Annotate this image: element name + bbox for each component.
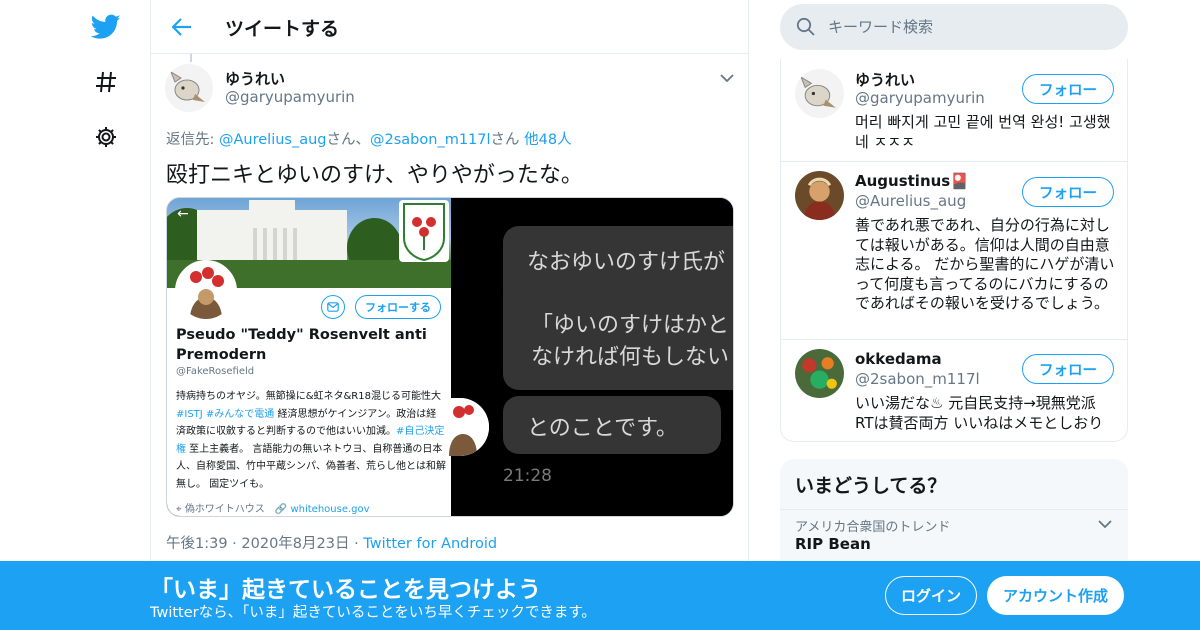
gear-icon[interactable] xyxy=(87,118,125,156)
user-bio: いい湯だな♨ 元自民支持→現無党派 RTは賛否両方 いいねはメモとしおり xyxy=(855,394,1104,432)
list-item[interactable]: Augustinus🎴 @Aurelius_aug フォロー 善であれ悪であれ、… xyxy=(781,162,1127,340)
chat-avatar xyxy=(449,398,489,456)
arrow-left-icon[interactable] xyxy=(169,14,195,40)
avatar[interactable] xyxy=(795,349,844,398)
chevron-down-icon[interactable] xyxy=(1096,515,1114,533)
user-name[interactable]: okkedama xyxy=(855,350,942,368)
profile-handle: @FakeRosefield xyxy=(176,366,255,377)
profile-location: ⌖ 偽ホワイトハウス 🔗 whitehouse.gov xyxy=(176,504,370,515)
follow-button[interactable]: フォロー xyxy=(1022,354,1114,384)
signup-button[interactable]: アカウント作成 xyxy=(987,576,1124,615)
user-handle[interactable]: @2sabon_m117l xyxy=(855,370,980,388)
thread-line xyxy=(190,54,192,62)
twitter-bird-icon[interactable] xyxy=(87,8,125,46)
chat-bubble: 「ゆいのすけはかと なければ何もしない xyxy=(503,292,733,390)
author-name[interactable]: ゆうれい xyxy=(225,68,285,89)
reply-user-link[interactable]: @Aurelius_aug xyxy=(219,132,327,148)
user-name[interactable]: ゆうれい xyxy=(855,69,915,90)
media-image-profile[interactable]: ← フォローする Pseudo "Teddy" Rosenvelt anti P… xyxy=(167,198,451,516)
tweet-meta: 午後1:39 · 2020年8月23日 · Twitter for Androi… xyxy=(166,536,498,552)
user-name[interactable]: Augustinus🎴 xyxy=(855,172,969,190)
media-image-chat[interactable]: なおゆいのすけ氏が 「ゆいのすけはかと なければ何もしない とのことです。 21:… xyxy=(449,198,733,516)
hashtag-icon[interactable] xyxy=(87,63,125,101)
tweet-date[interactable]: 2020年8月23日 xyxy=(241,536,349,552)
tweet-time[interactable]: 午後1:39 xyxy=(166,536,228,552)
link-icon: 🔗 xyxy=(274,504,288,515)
author-handle[interactable]: @garyupamyurin xyxy=(225,88,355,106)
trend-context: アメリカ合衆国のトレンド xyxy=(795,520,951,535)
reply-separator: さん、 xyxy=(326,132,371,148)
signup-banner: 「いま」起きていることを見つけよう Twitterなら、「いま」起きていることを… xyxy=(0,561,1200,630)
reply-separator: さん xyxy=(490,132,525,148)
reply-prefix: 返信先: xyxy=(166,132,219,148)
search-box[interactable] xyxy=(780,4,1128,50)
tweet-media[interactable]: ← フォローする Pseudo "Teddy" Rosenvelt anti P… xyxy=(166,197,734,517)
profile-name: Pseudo "Teddy" Rosenvelt anti Premodern xyxy=(176,327,427,363)
tweet-source-link[interactable]: Twitter for Android xyxy=(363,536,497,552)
follow-button[interactable]: フォロー xyxy=(1022,74,1114,104)
list-item[interactable]: okkedama @2sabon_m117l フォロー いい湯だな♨ 元自民支持… xyxy=(781,340,1127,441)
list-item[interactable]: ゆうれい @garyupamyurin フォロー 머리 빠지게 고민 끝에 번역… xyxy=(781,59,1127,162)
reply-to-line: 返信先: @Aurelius_augさん、@2sabon_m117lさん 他48… xyxy=(166,128,572,149)
chat-time: 21:28 xyxy=(503,466,552,486)
user-handle[interactable]: @garyupamyurin xyxy=(855,89,985,107)
profile-bio: 持病持ちのオヤジ。無節操に&虹ネタ&R18混じる可能性大 #ISTJ #みんなで… xyxy=(176,391,446,490)
search-input[interactable] xyxy=(828,4,1108,50)
avatar[interactable] xyxy=(165,64,213,112)
main-column: ツイートする ゆうれい @garyupamyurin 返信先: @Aureliu… xyxy=(150,0,749,630)
user-handle[interactable]: @Aurelius_aug xyxy=(855,192,966,210)
page-title: ツイートする xyxy=(225,18,340,40)
location-pin-icon: ⌖ xyxy=(176,504,185,515)
banner-title: 「いま」起きていることを見つけよう xyxy=(150,577,541,603)
crest-logo-icon xyxy=(399,200,449,262)
mail-icon xyxy=(321,295,345,319)
left-nav xyxy=(0,0,150,630)
reply-others-link[interactable]: 他48人 xyxy=(524,132,571,148)
main-header: ツイートする xyxy=(151,0,748,54)
user-bio: 善であれ悪であれ、自分の行為に対しては報いがある。信仰は人間の自由意志による。 … xyxy=(855,216,1115,312)
avatar[interactable] xyxy=(795,69,844,118)
follow-button-image: フォローする xyxy=(355,295,441,319)
profile-avatar xyxy=(175,260,237,322)
trend-item[interactable]: RIP Bean xyxy=(795,535,871,553)
login-button[interactable]: ログイン xyxy=(885,576,977,615)
avatar[interactable] xyxy=(795,171,844,220)
follow-button[interactable]: フォロー xyxy=(1022,177,1114,207)
search-icon xyxy=(796,17,816,37)
user-bio: 머리 빠지게 고민 끝에 번역 완성! 고생했네 ㅈㅈㅈ xyxy=(855,113,1111,151)
trends-title: いまどうしてる？ xyxy=(795,475,947,497)
tweet-text: 殴打ニキとゆいのすけ、やりやがったな。 xyxy=(166,163,583,188)
reply-user-link[interactable]: @2sabon_m117l xyxy=(370,132,491,148)
who-to-follow-panel: ゆうれい @garyupamyurin フォロー 머리 빠지게 고민 끝에 번역… xyxy=(780,59,1128,442)
chat-bubble: とのことです。 xyxy=(503,396,721,454)
chevron-down-icon[interactable] xyxy=(717,68,737,88)
banner-subtitle: Twitterなら、「いま」起きていることをいち早くチェックできます。 xyxy=(150,605,596,621)
arrow-left-icon: ← xyxy=(177,206,189,222)
divider xyxy=(780,509,1128,510)
